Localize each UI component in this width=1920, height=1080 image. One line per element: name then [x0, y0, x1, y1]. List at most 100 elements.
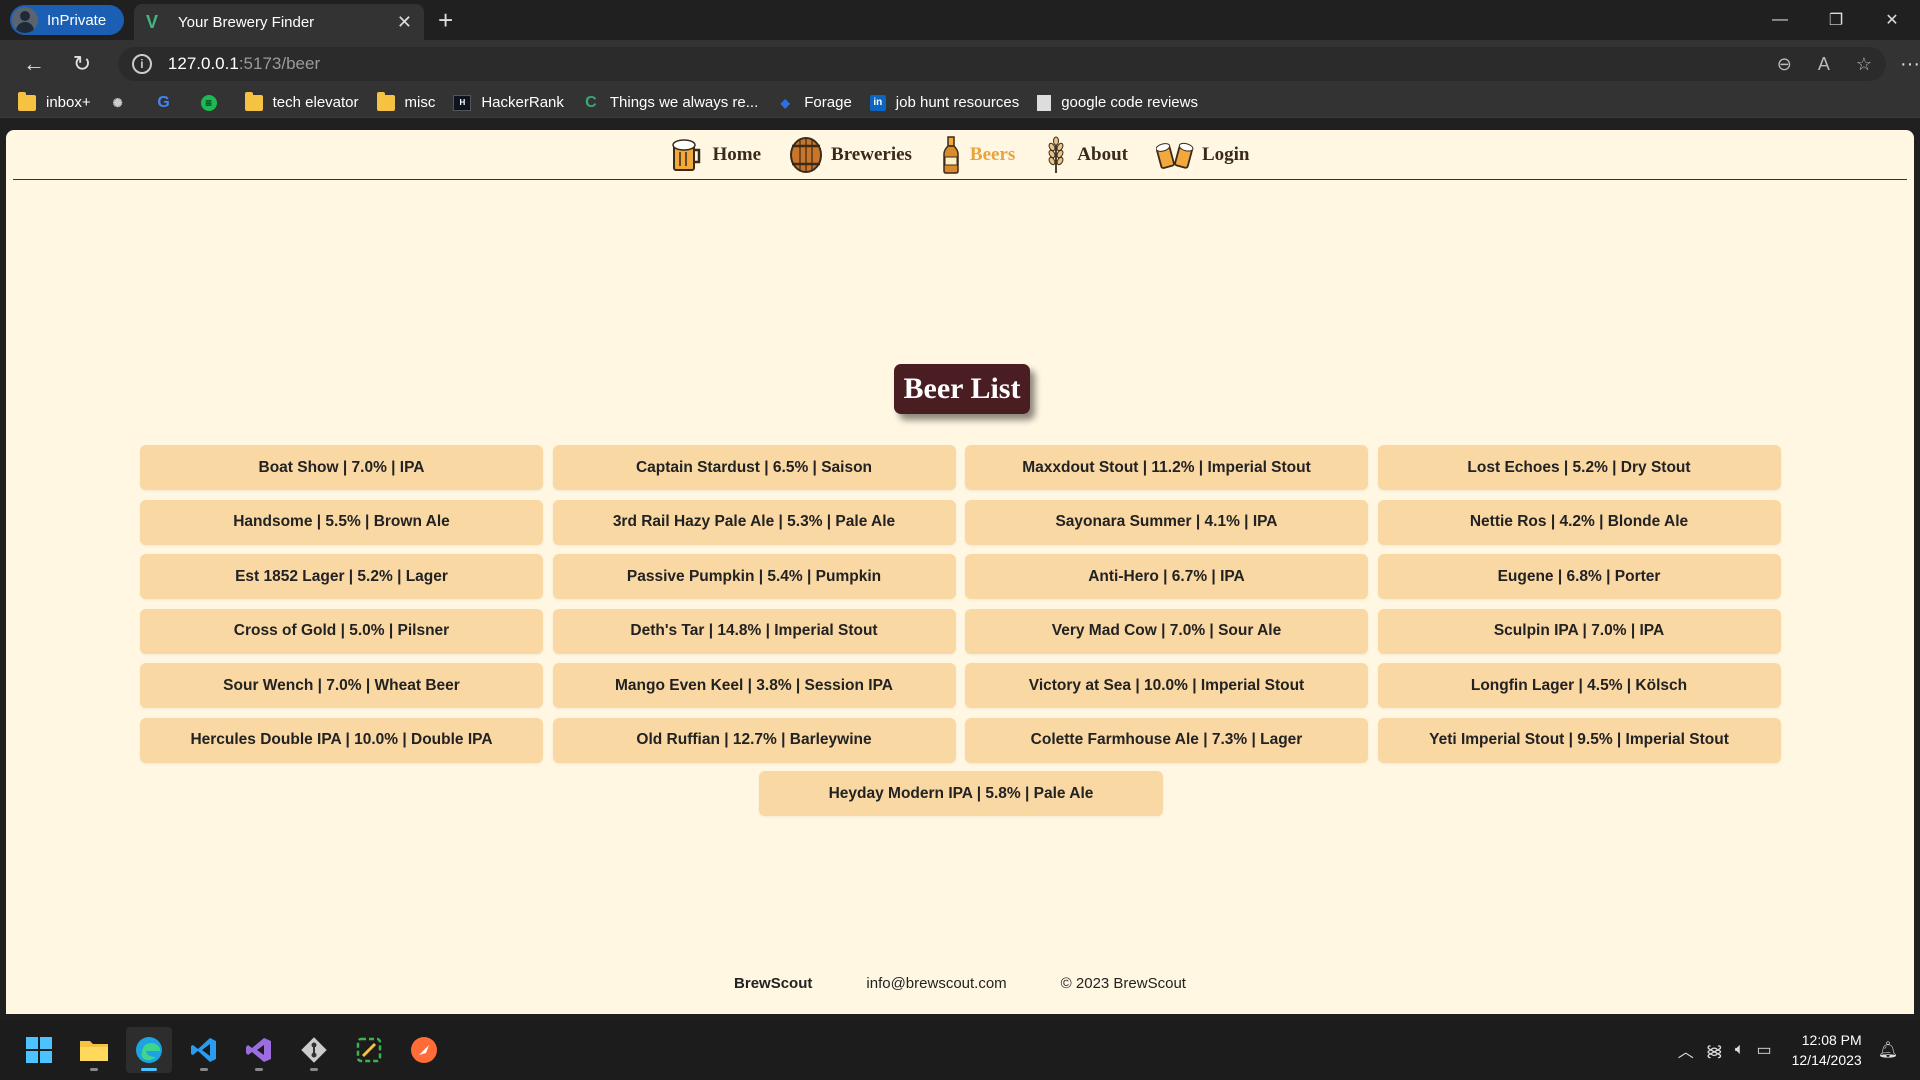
bookmark-google[interactable]: G	[155, 93, 183, 111]
beer-card[interactable]: Passive Pumpkin | 5.4% | Pumpkin	[552, 554, 956, 599]
chatgpt-icon: ✺	[112, 95, 123, 110]
beer-mug-icon	[670, 136, 704, 174]
refresh-button[interactable]: ↻	[60, 46, 104, 82]
hackerrank-icon: H	[453, 94, 472, 111]
volume-icon[interactable]: 🔈︎	[1735, 1041, 1745, 1059]
bookmark-spotify[interactable]: ≡	[200, 94, 227, 111]
cheers-mugs-icon	[1155, 136, 1194, 174]
site-nav: Home Breweries Beers About Login	[13, 130, 1907, 180]
beer-card[interactable]: 3rd Rail Hazy Pale Ale | 5.3% | Pale Ale	[552, 499, 956, 545]
running-indicator	[200, 1068, 208, 1071]
beer-card[interactable]: Handsome | 5.5% | Brown Ale	[140, 499, 543, 545]
read-aloud-icon[interactable]: A	[1818, 54, 1830, 75]
minimize-icon[interactable]: —	[1752, 0, 1808, 40]
beer-grid: Boat Show | 7.0% | IPA Captain Stardust |…	[140, 445, 1786, 763]
url-path: :5173/beer	[238, 54, 321, 73]
new-tab-button[interactable]: +	[438, 5, 453, 36]
settings-menu-icon[interactable]: ···	[1900, 53, 1920, 76]
beer-card[interactable]: Hercules Double IPA | 10.0% | Double IPA	[140, 717, 543, 763]
back-button[interactable]: ←	[12, 46, 56, 82]
browser-tab[interactable]: V Your Brewery Finder ✕	[134, 4, 424, 40]
beer-card[interactable]: Boat Show | 7.0% | IPA	[140, 445, 543, 490]
url-actions: ⊖ A ☆	[1777, 54, 1872, 75]
beer-card[interactable]: Sayonara Summer | 4.1% | IPA	[965, 499, 1368, 545]
windows-logo-icon	[26, 1037, 52, 1063]
beer-card[interactable]: Sculpin IPA | 7.0% | IPA	[1377, 608, 1781, 654]
url-field[interactable]: i 127.0.0.1:5173/beer ⊖ A ☆	[117, 47, 1887, 81]
bookmark-things[interactable]: C Things we always re...	[582, 93, 758, 112]
file-explorer-button[interactable]	[71, 1027, 117, 1073]
nav-login[interactable]: Login	[1155, 136, 1250, 174]
bookmarks-bar: inbox+ ✺ G ≡ tech elevator misc H HackerR…	[0, 88, 1920, 118]
favorite-star-icon[interactable]: ☆	[1856, 54, 1872, 75]
google-icon: G	[157, 93, 170, 111]
beer-card[interactable]: Eugene | 6.8% | Porter	[1377, 554, 1781, 599]
beer-card[interactable]: Victory at Sea | 10.0% | Imperial Stout	[965, 663, 1368, 708]
beer-card[interactable]: Captain Stardust | 6.5% | Saison	[552, 445, 956, 490]
beer-card[interactable]: Est 1852 Lager | 5.2% | Lager	[140, 554, 543, 599]
notification-bell-icon[interactable]: 🔔︎	[1878, 1040, 1898, 1060]
clock[interactable]: 12:08 PM 12/14/2023	[1792, 1030, 1862, 1070]
battery-icon[interactable]: ▭	[1756, 1040, 1771, 1060]
title-wrap: Beer List	[6, 364, 1914, 414]
nav-beers[interactable]: Beers	[940, 135, 1015, 174]
snipping-tool-icon	[356, 1037, 382, 1063]
beer-card[interactable]: Nettie Ros | 4.2% | Blonde Ale	[1377, 499, 1781, 545]
close-tab-icon[interactable]: ✕	[397, 12, 412, 33]
footer-brand: BrewScout	[734, 975, 813, 992]
wifi-icon[interactable]: ᯼	[1706, 1039, 1723, 1061]
restore-icon[interactable]: ❐	[1808, 0, 1864, 40]
folder-icon	[18, 91, 36, 111]
folder-icon	[244, 91, 263, 111]
close-window-icon[interactable]: ✕	[1864, 0, 1920, 40]
page-title: Beer List	[893, 364, 1031, 414]
bookmark-inbox[interactable]: inbox+	[18, 91, 91, 111]
beer-card[interactable]: Heyday Modern IPA | 5.8% | Pale Ale	[759, 771, 1163, 816]
nav-about[interactable]: About	[1043, 136, 1128, 174]
start-button[interactable]	[16, 1027, 62, 1073]
beer-card[interactable]: Cross of Gold | 5.0% | Pilsner	[140, 608, 543, 654]
vscode-button[interactable]	[181, 1027, 227, 1073]
beer-card[interactable]: Maxxdout Stout | 11.2% | Imperial Stout	[965, 445, 1368, 490]
zoom-icon[interactable]: ⊖	[1777, 54, 1792, 75]
nav-home[interactable]: Home	[670, 136, 761, 174]
window-controls: — ❐ ✕	[1752, 0, 1920, 40]
beer-card[interactable]: Deth's Tar | 14.8% | Imperial Stout	[552, 608, 956, 654]
beer-card[interactable]: Old Ruffian | 12.7% | Barleywine	[552, 717, 956, 763]
footer-email[interactable]: info@brewscout.com	[866, 975, 1006, 992]
beer-card[interactable]: Very Mad Cow | 7.0% | Sour Ale	[965, 608, 1368, 654]
footer-copyright: © 2023 BrewScout	[1060, 975, 1186, 992]
site-icon: C	[585, 93, 597, 111]
browser-titlebar: InPrivate V Your Brewery Finder ✕ + — ❐ …	[0, 0, 1920, 40]
beer-card[interactable]: Longfin Lager | 4.5% | Kölsch	[1377, 663, 1781, 708]
beer-card[interactable]: Anti-Hero | 6.7% | IPA	[965, 554, 1368, 599]
system-tray: ︿ ᯼ 🔈︎ ▭ 12:08 PM 12/14/2023 🔔︎	[1678, 1020, 1920, 1080]
spotify-icon: ≡	[200, 94, 217, 111]
beer-card[interactable]: Sour Wench | 7.0% | Wheat Beer	[140, 663, 543, 708]
chevron-up-icon[interactable]: ︿	[1678, 1038, 1694, 1062]
beer-card[interactable]: Colette Farmhouse Ale | 7.3% | Lager	[965, 717, 1368, 763]
git-kraken-icon	[301, 1037, 327, 1063]
snipping-tool-button[interactable]	[346, 1027, 392, 1073]
folder-icon	[376, 91, 395, 111]
postman-button[interactable]	[401, 1027, 447, 1073]
bookmark-tech-elevator[interactable]: tech elevator	[244, 91, 359, 111]
site-info-icon[interactable]: i	[131, 54, 152, 74]
beer-card[interactable]: Lost Echoes | 5.2% | Dry Stout	[1377, 445, 1781, 490]
active-indicator	[141, 1068, 157, 1071]
inprivate-label: InPrivate	[47, 11, 107, 29]
edge-icon	[136, 1037, 162, 1063]
bookmark-forage[interactable]: ◆ Forage	[776, 94, 852, 111]
bookmark-misc[interactable]: misc	[376, 91, 435, 111]
bookmark-hackerrank[interactable]: H HackerRank	[453, 94, 564, 111]
edge-button[interactable]	[126, 1027, 172, 1073]
nav-breweries[interactable]: Breweries	[789, 136, 912, 174]
git-tool-button[interactable]	[291, 1027, 337, 1073]
beer-card[interactable]: Yeti Imperial Stout | 9.5% | Imperial St…	[1377, 717, 1781, 763]
bookmark-google-code-reviews[interactable]: google code reviews	[1037, 94, 1198, 111]
bookmark-job-hunt[interactable]: in job hunt resources	[869, 94, 1019, 111]
inprivate-badge[interactable]: InPrivate	[10, 5, 124, 35]
bookmark-chatgpt[interactable]: ✺	[109, 95, 137, 111]
visual-studio-button[interactable]	[236, 1027, 282, 1073]
beer-card[interactable]: Mango Even Keel | 3.8% | Session IPA	[552, 663, 956, 708]
